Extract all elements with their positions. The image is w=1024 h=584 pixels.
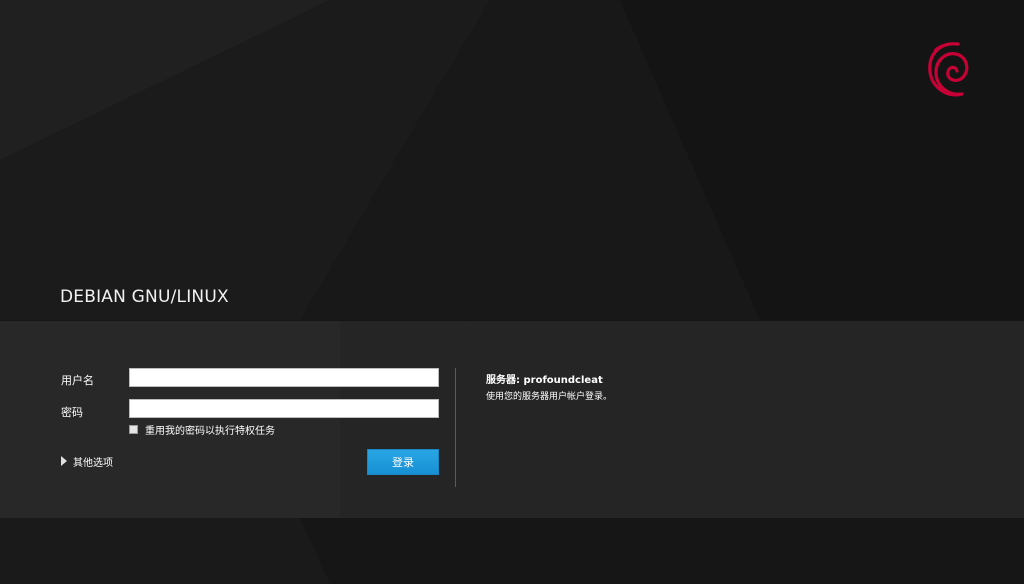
password-input[interactable] [129, 399, 439, 418]
login-button[interactable]: 登录 [367, 449, 439, 475]
other-options-toggle[interactable]: 其他选项 [61, 455, 113, 469]
other-options-label: 其他选项 [73, 457, 113, 469]
username-label: 用户名 [61, 374, 94, 387]
login-panel [0, 321, 1024, 518]
server-hint: 使用您的服务器用户帐户登录。 [486, 392, 613, 402]
caret-right-icon [61, 456, 67, 466]
reuse-password-checkbox[interactable] [129, 425, 138, 434]
server-prefix: 服务器: [486, 375, 524, 386]
brand-title: DEBIAN GNU/LINUX [60, 287, 229, 307]
debian-swirl-icon [928, 42, 969, 97]
vertical-divider [455, 368, 456, 487]
password-label: 密码 [61, 406, 83, 419]
login-panel-facets [0, 321, 1024, 518]
reuse-password-label[interactable]: 重用我的密码以执行特权任务 [145, 422, 275, 437]
server-line: 服务器: profoundcleat [486, 371, 603, 386]
username-input[interactable] [129, 368, 439, 387]
server-name: profoundcleat [523, 375, 603, 386]
